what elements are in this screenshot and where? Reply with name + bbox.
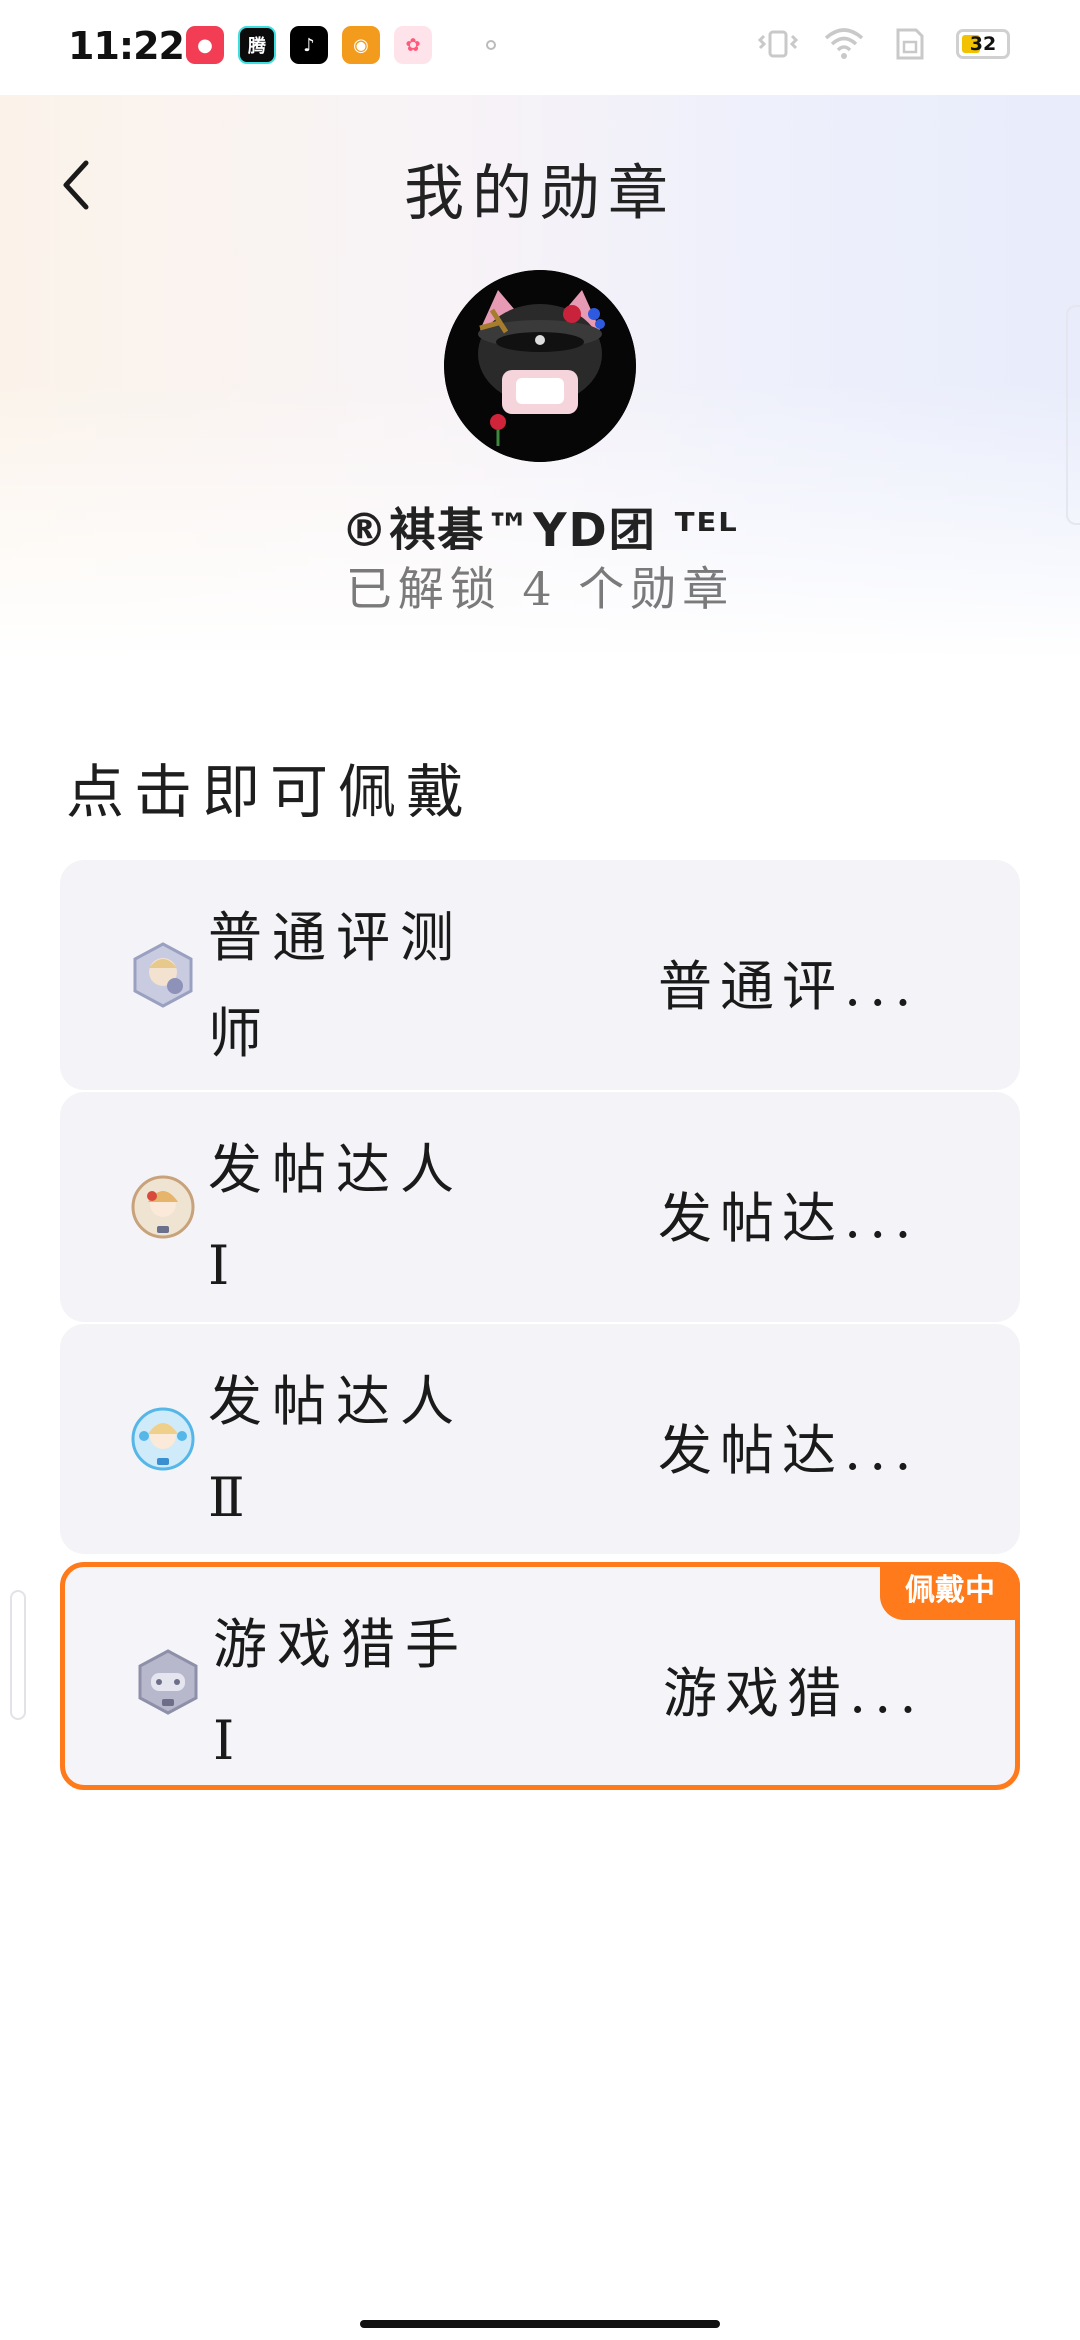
badge-name: 游戏猎手Ⅰ	[213, 1613, 469, 1772]
page-title: 我的勋章	[404, 159, 676, 229]
notification-app-icons: ● 腾 ♪ ◉ ✿	[186, 26, 496, 64]
username: ®褀碁™YD团 ᵀᴱᴸ	[341, 503, 739, 550]
system-status-icons: 32	[758, 26, 1010, 62]
badge-card-poster-1[interactable]: 发帖达人Ⅰ 发帖达...	[60, 1092, 1020, 1322]
badge-description: 发帖达...	[658, 1419, 920, 1482]
badge-card-normal-reviewer[interactable]: 普通评测师 普通评...	[60, 860, 1020, 1090]
video-recorder-app-icon: ●	[186, 26, 224, 64]
badge-card-poster-2[interactable]: 发帖达人Ⅱ 发帖达...	[60, 1324, 1020, 1554]
battery-icon: 32	[956, 29, 1010, 59]
badge-card-game-hunter-1[interactable]: 佩戴中 游戏猎手Ⅰ 游戏猎...	[60, 1562, 1020, 1790]
badge-description: 发帖达...	[658, 1187, 920, 1250]
poster-badge-1-icon	[131, 1175, 195, 1239]
avatar-cat-image	[444, 270, 636, 462]
wifi-icon	[824, 28, 864, 59]
avatar[interactable]	[444, 270, 636, 462]
game-hunter-badge-icon	[138, 1649, 198, 1715]
vibrate-icon	[758, 30, 798, 58]
tiktok-app-icon: ♪	[290, 26, 328, 64]
reviewer-badge-icon	[133, 942, 193, 1008]
badge-name: 发帖达人Ⅱ	[208, 1370, 464, 1529]
status-bar: 11:22 ● 腾 ♪ ◉ ✿ 32	[0, 0, 1080, 95]
news-app-icon: 腾	[238, 26, 276, 64]
badge-name: 普通评测师	[208, 906, 464, 1065]
animal-app-icon: ◉	[342, 26, 380, 64]
username-container: ®褀碁™YD团 ᵀᴱᴸ	[0, 490, 1080, 550]
battery-percentage: 32	[969, 33, 997, 55]
side-scroll-handle[interactable]	[10, 1590, 26, 1720]
home-indicator[interactable]	[360, 2320, 720, 2328]
sim-card-icon	[896, 28, 924, 60]
section-title: 点击即可佩戴	[66, 758, 475, 826]
unlocked-count-text: 已解锁 4 个勋章	[345, 562, 735, 616]
chat-app-icon: ✿	[394, 26, 432, 64]
badge-description: 普通评...	[658, 955, 920, 1018]
status-time: 11:22	[68, 24, 185, 68]
side-edge-handle	[1066, 305, 1080, 525]
poster-badge-2-icon	[131, 1407, 195, 1471]
badge-name: 发帖达人Ⅰ	[208, 1138, 464, 1297]
more-notifications-icon	[486, 40, 496, 50]
wearing-tag: 佩戴中	[880, 1562, 1020, 1620]
badge-description: 游戏猎...	[663, 1662, 925, 1725]
badge-list: 普通评测师 普通评... 发帖达人Ⅰ 发帖达... 发帖达人Ⅱ 发帖达... 佩…	[60, 860, 1020, 1792]
